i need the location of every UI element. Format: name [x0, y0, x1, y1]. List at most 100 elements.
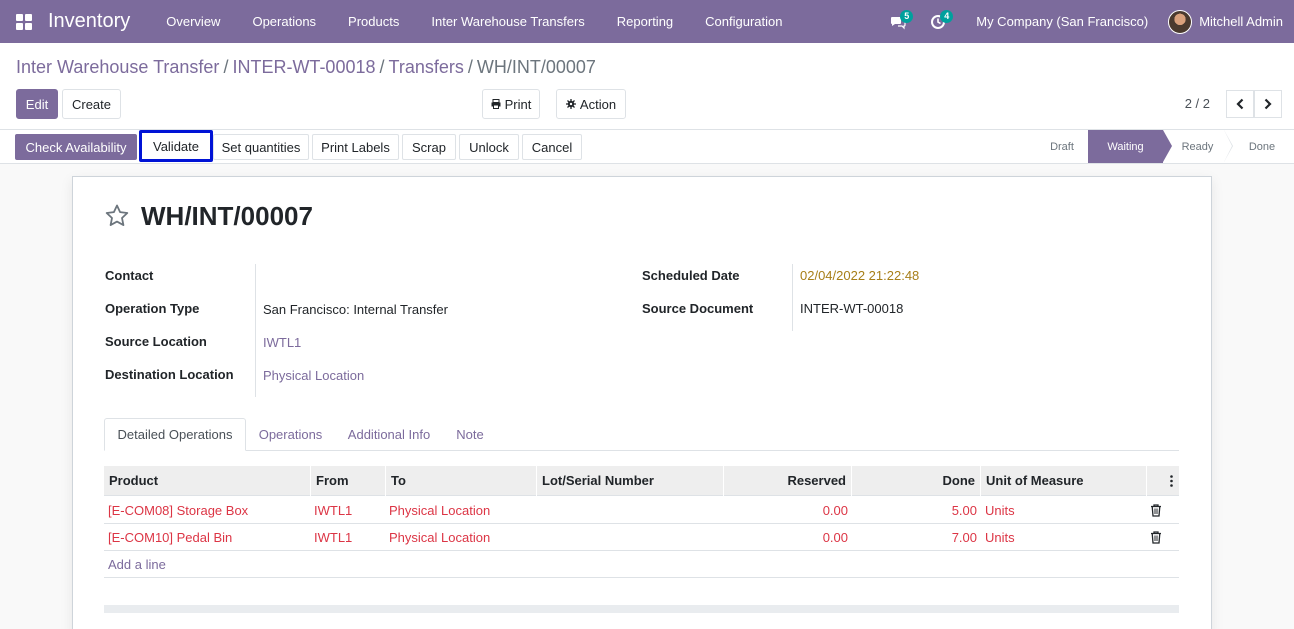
printer-icon	[491, 99, 501, 109]
breadcrumb-item-inter-wt[interactable]: INTER-WT-00018	[232, 57, 375, 77]
app-name[interactable]: Inventory	[48, 10, 130, 33]
record-title: WH/INT/00007	[141, 201, 313, 231]
action-button[interactable]: Action	[556, 89, 626, 119]
set-quantities-button[interactable]: Set quantities	[213, 134, 309, 160]
control-panel: Inter Warehouse Transfer / INTER-WT-00018/…	[0, 43, 1294, 129]
breadcrumb-item-transfers[interactable]: Transfers	[389, 57, 464, 77]
breadcrumb: Inter Warehouse Transfer / INTER-WT-00018/…	[16, 57, 596, 78]
operation-type-label: Operation Type	[105, 301, 200, 316]
edit-button[interactable]: Edit	[16, 89, 58, 119]
chevron-left-icon	[1236, 98, 1244, 110]
destination-location-label: Destination Location	[105, 367, 234, 382]
stage-draft: Draft	[1036, 130, 1088, 163]
column-done[interactable]: Done	[852, 466, 981, 496]
column-options-icon[interactable]	[1170, 475, 1173, 487]
column-unit-of-measure[interactable]: Unit of Measure	[981, 466, 1147, 496]
chevron-right-icon	[1264, 98, 1272, 110]
pager-value[interactable]: 2 / 2	[1185, 96, 1210, 111]
tab-detailed-operations[interactable]: Detailed Operations	[104, 418, 246, 451]
apps-menu-icon[interactable]	[0, 0, 48, 43]
breadcrumb-current: WH/INT/00007	[476, 57, 596, 77]
validate-button[interactable]: Validate	[139, 130, 213, 162]
activities-badge: 4	[940, 10, 954, 23]
field-divider	[792, 264, 793, 331]
notebook-tabs: Detailed Operations Operations Additiona…	[104, 418, 1179, 451]
menu-overview[interactable]: Overview	[150, 0, 236, 43]
unlock-button[interactable]: Unlock	[459, 134, 519, 160]
tab-operations[interactable]: Operations	[246, 418, 335, 451]
cell-from: IWTL1	[314, 530, 353, 545]
company-switcher[interactable]: My Company (San Francisco)	[958, 14, 1168, 29]
pager-next-button[interactable]	[1254, 90, 1282, 118]
add-line-link[interactable]: Add a line	[108, 551, 166, 578]
star-icon[interactable]	[104, 203, 130, 229]
source-location-label: Source Location	[105, 334, 207, 349]
tab-note[interactable]: Note	[443, 418, 497, 451]
cell-reserved: 0.00	[822, 503, 848, 518]
scheduled-date-label: Scheduled Date	[642, 268, 740, 283]
stage-arrow	[1163, 130, 1172, 162]
cell-product: [E-COM08] Storage Box	[108, 503, 249, 518]
menu-reporting[interactable]: Reporting	[601, 0, 689, 43]
stage-arrow	[1224, 130, 1232, 162]
stage-ready: Ready	[1163, 130, 1233, 163]
contact-label: Contact	[105, 268, 154, 283]
cancel-button[interactable]: Cancel	[522, 134, 582, 160]
stage-ready-label: Ready	[1181, 140, 1214, 153]
column-lot-serial[interactable]: Lot/Serial Number	[537, 466, 724, 496]
print-labels-button[interactable]: Print Labels	[312, 134, 399, 160]
breadcrumb-separator: /	[223, 57, 229, 77]
column-reserved[interactable]: Reserved	[724, 466, 852, 496]
pager-previous-button[interactable]	[1226, 90, 1254, 118]
source-document-label: Source Document	[642, 301, 754, 316]
menu-operations[interactable]: Operations	[236, 0, 332, 43]
create-button[interactable]: Create	[62, 89, 121, 119]
field-divider	[255, 264, 256, 397]
table-header: Product From To Lot/Serial Number Reserv…	[104, 466, 1179, 496]
source-location-value[interactable]: IWTL1	[263, 335, 301, 350]
breadcrumb-item-inter-warehouse-transfer[interactable]: Inter Warehouse Transfer	[16, 57, 219, 77]
cell-done: 5.00	[951, 503, 977, 518]
table-row[interactable]: [E-COM08] Storage Box IWTL1 Physical Loc…	[104, 497, 1179, 524]
cell-uom: Units	[985, 530, 1015, 545]
trash-icon[interactable]	[1150, 504, 1162, 517]
stage-pipeline: Draft Waiting Ready Done	[1036, 130, 1294, 163]
user-name: Mitchell Admin	[1199, 14, 1283, 29]
top-navbar: Inventory Overview Operations Products I…	[0, 0, 1294, 43]
stage-done: Done	[1224, 130, 1294, 163]
table-row[interactable]: [E-COM10] Pedal Bin IWTL1 Physical Locat…	[104, 524, 1179, 551]
tab-additional-info[interactable]: Additional Info	[335, 418, 443, 451]
menu-products[interactable]: Products	[332, 0, 415, 43]
menu-inter-warehouse-transfers[interactable]: Inter Warehouse Transfers	[415, 0, 600, 43]
cell-lot	[537, 524, 545, 551]
destination-location-value[interactable]: Physical Location	[263, 368, 364, 383]
cell-reserved: 0.00	[822, 530, 848, 545]
action-label: Action	[579, 96, 617, 112]
operation-type-value: San Francisco: Internal Transfer	[263, 302, 448, 317]
table-footer	[104, 605, 1179, 613]
breadcrumb-separator: /	[379, 57, 385, 77]
source-document-value: INTER-WT-00018	[800, 301, 904, 316]
column-product[interactable]: Product	[104, 466, 311, 496]
gear-icon	[565, 99, 576, 109]
breadcrumb-separator: /	[467, 57, 473, 77]
user-menu[interactable]: Mitchell Admin	[1168, 9, 1294, 34]
cell-from: IWTL1	[314, 503, 353, 518]
check-availability-button[interactable]: Check Availability	[15, 134, 137, 160]
cell-uom: Units	[985, 503, 1015, 518]
avatar	[1168, 9, 1193, 34]
trash-icon[interactable]	[1150, 531, 1162, 544]
scrap-button[interactable]: Scrap	[402, 134, 456, 160]
stage-waiting-label: Waiting	[1107, 140, 1144, 153]
activities-button[interactable]: 4	[918, 0, 958, 43]
print-button[interactable]: Print	[482, 89, 540, 119]
stage-draft-label: Draft	[1050, 140, 1074, 153]
column-from[interactable]: From	[311, 466, 386, 496]
print-label: Print	[504, 96, 532, 112]
column-to[interactable]: To	[386, 466, 537, 496]
cell-done: 7.00	[951, 530, 977, 545]
stage-waiting: Waiting	[1088, 130, 1172, 163]
messages-badge: 5	[900, 10, 914, 23]
menu-configuration[interactable]: Configuration	[689, 0, 798, 43]
messaging-button[interactable]: 5	[878, 0, 918, 43]
